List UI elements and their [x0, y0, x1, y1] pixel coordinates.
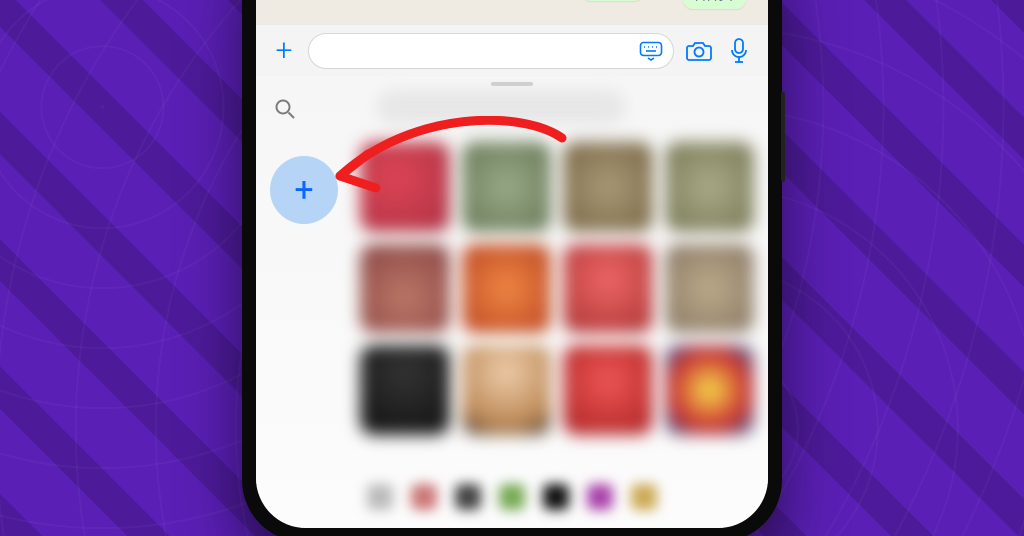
message-input-bar: + [256, 24, 768, 76]
sticker-pack[interactable] [543, 484, 569, 510]
sticker-pack[interactable] [367, 484, 393, 510]
sticker-pack-strip[interactable] [270, 484, 754, 514]
search-icon[interactable] [274, 98, 296, 120]
sticker-pack[interactable] [587, 484, 613, 510]
sticker-category-tabs[interactable] [376, 90, 626, 124]
create-sticker-button[interactable]: + [270, 156, 338, 224]
drag-handle[interactable] [491, 82, 533, 86]
message-input[interactable] [308, 33, 674, 69]
sticker-item[interactable] [665, 142, 755, 232]
sticker-pack[interactable] [631, 484, 657, 510]
sticker-item[interactable] [665, 345, 755, 435]
sticker-pack[interactable] [499, 484, 525, 510]
sticker-panel: + [256, 76, 768, 528]
message-timestamp: 11:49 [693, 0, 725, 5]
sticker-item[interactable] [462, 345, 552, 435]
plus-icon: + [276, 33, 293, 68]
message-bubble[interactable]: 11:49 ✓ [581, 0, 644, 1]
sticker-item[interactable] [462, 142, 552, 232]
phone-screen: 11:49 ✓ 11:49 ✓ + [256, 0, 768, 528]
sticker-item[interactable] [360, 244, 450, 334]
microphone-button[interactable] [724, 36, 754, 66]
sticker-grid [360, 142, 754, 435]
sticker-item[interactable] [563, 142, 653, 232]
attach-button[interactable]: + [270, 37, 298, 65]
sticker-item[interactable] [563, 345, 653, 435]
phone-side-button [781, 92, 785, 182]
sticker-item[interactable] [360, 142, 450, 232]
chat-area: 11:49 ✓ 11:49 ✓ [256, 0, 768, 24]
plus-icon: + [294, 170, 313, 210]
sticker-pack[interactable] [411, 484, 437, 510]
camera-button[interactable] [684, 36, 714, 66]
sticker-keyboard-icon[interactable] [639, 41, 663, 61]
sticker-item[interactable] [360, 345, 450, 435]
sticker-item[interactable] [462, 244, 552, 334]
sticker-item[interactable] [665, 244, 755, 334]
sticker-pack[interactable] [455, 484, 481, 510]
phone-frame: 11:49 ✓ 11:49 ✓ + [242, 0, 782, 536]
sticker-item[interactable] [563, 244, 653, 334]
message-bubble[interactable]: 11:49 ✓ [683, 0, 746, 9]
check-icon: ✓ [728, 0, 738, 5]
